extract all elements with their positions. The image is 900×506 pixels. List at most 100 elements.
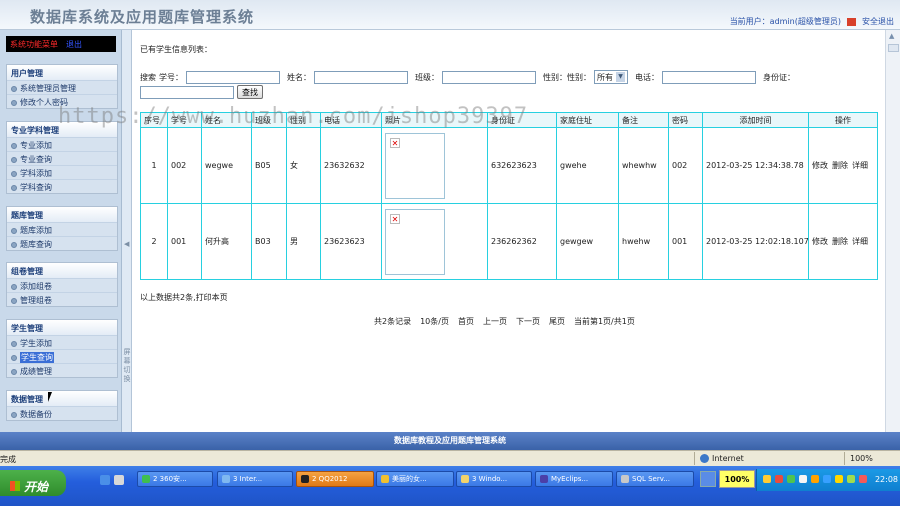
- table-row: 1 002 wegwe B05 女 23632632 ✕ 632623623 g…: [140, 127, 878, 204]
- class-label: 班级：: [415, 72, 439, 82]
- menu-item-label: 成绩管理: [20, 367, 52, 376]
- chevron-down-icon[interactable]: ▼: [616, 72, 625, 82]
- task-myeclipse[interactable]: MyEclips...: [535, 471, 613, 487]
- task-image[interactable]: 美丽的女...: [376, 471, 454, 487]
- summary-text[interactable]: 以上数据共2条,打印本页: [140, 292, 228, 303]
- broken-image-icon: ✕: [390, 213, 400, 224]
- edit-link[interactable]: 修改: [812, 237, 828, 246]
- menu-item-bank-query[interactable]: 题库查询: [7, 236, 117, 250]
- delete-link[interactable]: 删除: [832, 237, 848, 246]
- class-input[interactable]: [442, 70, 536, 84]
- collapse-arrow-icon[interactable]: ◀: [124, 240, 129, 248]
- tray-icon[interactable]: [859, 475, 867, 483]
- prev-page-link[interactable]: 上一页: [483, 316, 507, 327]
- bullet-icon: [11, 85, 17, 92]
- delete-link[interactable]: 删除: [832, 161, 848, 170]
- task-label: SQL Serv...: [632, 475, 670, 483]
- task-qq[interactable]: 2 QQ2012: [296, 471, 374, 487]
- page-size: 10条/页: [420, 317, 449, 326]
- tray-icon[interactable]: [811, 475, 819, 483]
- status-text: 完成: [0, 455, 16, 464]
- menu-item-paper-manage[interactable]: 管理组卷: [7, 292, 117, 306]
- next-page-link[interactable]: 下一页: [516, 316, 540, 327]
- menu-item-label: 系统管理员管理: [20, 84, 76, 93]
- system-title: 数据库系统及应用题库管理系统: [30, 8, 255, 26]
- logout-link[interactable]: 安全退出: [862, 16, 894, 27]
- menu-group-major: 专业学科管理 专业添加 专业查询 学科添加 学科查询: [6, 121, 118, 194]
- sidebar-toggle-strip[interactable]: ◀ 屏幕切换: [122, 30, 132, 432]
- bullet-icon: [11, 340, 17, 347]
- gender-select[interactable]: 所有 ▼: [594, 70, 628, 84]
- bullet-icon: [11, 156, 17, 163]
- bullet-icon: [11, 227, 17, 234]
- menu-item-score-manage[interactable]: 成绩管理: [7, 363, 117, 377]
- menu-exit-link[interactable]: 退出: [66, 40, 82, 49]
- desktop-quicklaunch-icon[interactable]: [114, 475, 124, 485]
- bullet-icon: [11, 283, 17, 290]
- tray-icon[interactable]: [763, 475, 771, 483]
- student-id-input[interactable]: [186, 70, 280, 84]
- zoom-level[interactable]: 100%: [850, 454, 873, 463]
- ie-quicklaunch-icon[interactable]: [100, 475, 110, 485]
- first-page-link[interactable]: 首页: [458, 316, 474, 327]
- tray-icon[interactable]: [775, 475, 783, 483]
- menu-item-student-query[interactable]: 学生查询: [7, 349, 117, 363]
- start-button[interactable]: 开始: [0, 470, 66, 496]
- tray-icon[interactable]: [799, 475, 807, 483]
- menu-item-admin-manage[interactable]: 系统管理员管理: [7, 80, 117, 94]
- menu-item-data-backup[interactable]: 数据备份: [7, 406, 117, 420]
- menu-group-title: 数据管理: [7, 391, 117, 406]
- scroll-up-icon[interactable]: ▲: [889, 32, 894, 40]
- search-button[interactable]: 查找: [237, 85, 263, 99]
- scroll-thumb[interactable]: [888, 44, 899, 52]
- cell-added-time: 2012-03-25 12:02:18.107: [702, 203, 809, 280]
- total-records: 共2条记录: [374, 317, 412, 326]
- cell-actions: 修改 删除 详细: [808, 203, 878, 280]
- name-label: 姓名：: [287, 72, 311, 82]
- menu-group-question-bank: 题库管理 题库添加 题库查询: [6, 206, 118, 251]
- menu-item-label: 学生添加: [20, 339, 52, 348]
- system-tray: 100% 22:08: [719, 469, 900, 491]
- menu-group-student: 学生管理 学生添加 学生查询 成绩管理: [6, 319, 118, 378]
- detail-link[interactable]: 详细: [852, 237, 868, 246]
- menu-item-bank-add[interactable]: 题库添加: [7, 222, 117, 236]
- menu-group-title: 用户管理: [7, 65, 117, 80]
- menu-title: 系统功能菜单: [10, 40, 58, 49]
- detail-link[interactable]: 详细: [852, 161, 868, 170]
- cell-idcard: 632623623: [487, 127, 557, 204]
- tray-icon[interactable]: [787, 475, 795, 483]
- task-windows[interactable]: 3 Windo...: [456, 471, 532, 487]
- col-header-added-time: 添加时间: [702, 112, 809, 128]
- app-icon: [381, 475, 389, 483]
- menu-item-subject-add[interactable]: 学科添加: [7, 165, 117, 179]
- show-desktop-button[interactable]: [700, 471, 716, 487]
- main-scrollbar[interactable]: ▲: [885, 30, 900, 432]
- last-page-link[interactable]: 尾页: [549, 316, 565, 327]
- table-row: 2 001 何升高 B03 男 23623623 ✕ 236262362 gew…: [140, 203, 878, 280]
- photo-placeholder: ✕: [385, 208, 445, 275]
- bullet-icon: [11, 99, 17, 106]
- menu-item-paper-add[interactable]: 添加组卷: [7, 278, 117, 292]
- menu-item-label: 专业查询: [20, 155, 52, 164]
- menu-item-major-add[interactable]: 专业添加: [7, 137, 117, 151]
- menu-item-student-add[interactable]: 学生添加: [7, 335, 117, 349]
- menu-item-subject-query[interactable]: 学科查询: [7, 179, 117, 193]
- task-internet[interactable]: 3 Inter...: [217, 471, 293, 487]
- cell-actions: 修改 删除 详细: [808, 127, 878, 204]
- task-360[interactable]: 2 360安...: [137, 471, 213, 487]
- phone-input[interactable]: [662, 70, 756, 84]
- current-user-text: 当前用户：admin(超级管理员): [729, 17, 841, 26]
- name-input[interactable]: [314, 70, 408, 84]
- tray-icon[interactable]: [847, 475, 855, 483]
- idcard-input[interactable]: [140, 85, 234, 99]
- clock[interactable]: 22:08: [875, 475, 898, 484]
- cell-remark: hwehw: [618, 203, 669, 280]
- task-sql-server[interactable]: SQL Serv...: [616, 471, 694, 487]
- menu-group-paper: 组卷管理 添加组卷 管理组卷: [6, 262, 118, 307]
- menu-item-major-query[interactable]: 专业查询: [7, 151, 117, 165]
- tray-icon[interactable]: [835, 475, 843, 483]
- tray-icon[interactable]: [823, 475, 831, 483]
- cell-student-id: 001: [167, 203, 202, 280]
- menu-item-label: 管理组卷: [20, 296, 52, 305]
- edit-link[interactable]: 修改: [812, 161, 828, 170]
